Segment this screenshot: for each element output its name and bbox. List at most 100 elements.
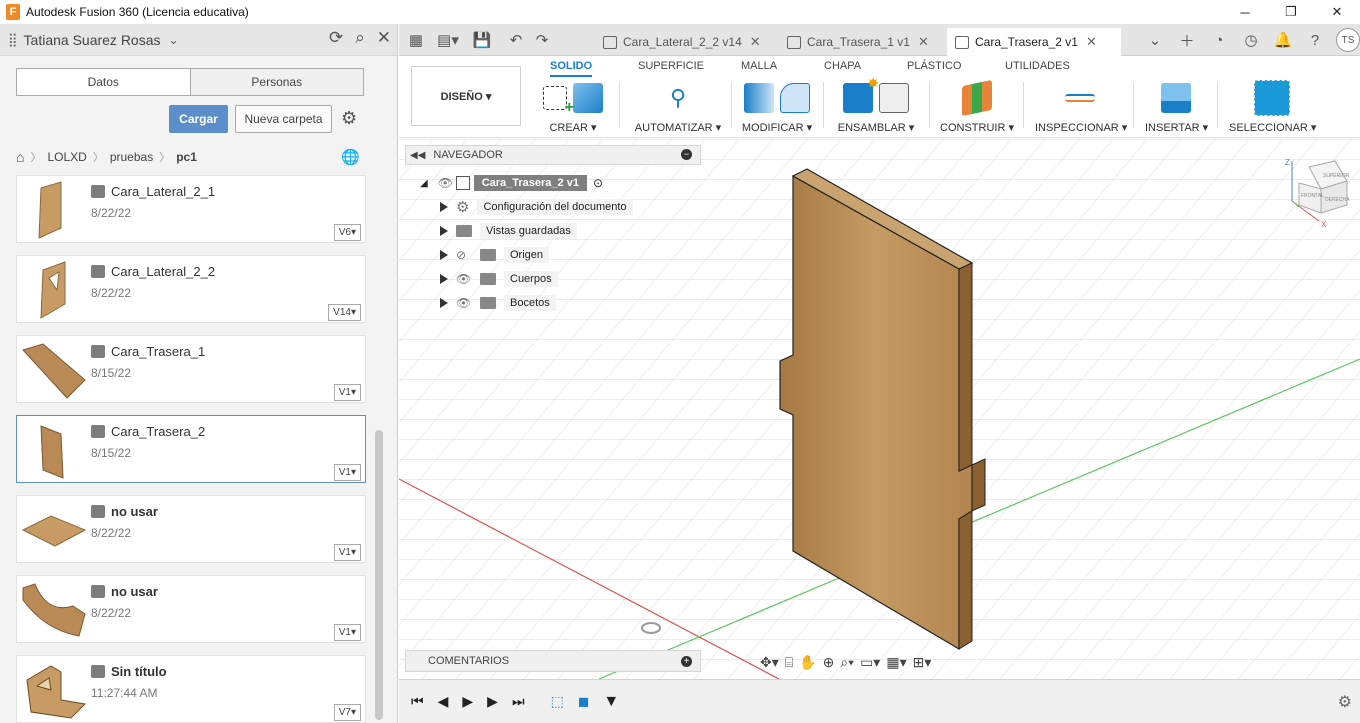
activate-radio-icon[interactable]: ⊙ [593, 176, 603, 190]
measure-icon[interactable] [1065, 94, 1095, 102]
automate-icon[interactable]: ⚲ [663, 83, 693, 113]
select-group[interactable]: SELECCIONAR ▾ [1229, 79, 1316, 135]
list-item[interactable]: no usar 8/22/22 V1 ▾ [16, 575, 366, 643]
tree-item-document-settings[interactable]: ⚙ Configuración del documento [440, 197, 633, 217]
step-back-icon[interactable]: ◀ [438, 693, 449, 710]
modify-group[interactable]: MODIFICAR ▾ [741, 79, 813, 135]
orbit-icon[interactable]: ✥▾ [760, 654, 779, 671]
tab-overflow-icon[interactable]: ⌄ [1140, 27, 1170, 53]
press-pull-icon[interactable] [744, 83, 774, 113]
automate-group[interactable]: ⚲ AUTOMATIZAR ▾ [633, 79, 723, 135]
list-item[interactable]: Sin título 11:27:44 AM V7 ▾ [16, 655, 366, 723]
save-icon[interactable]: 💾 [469, 27, 495, 53]
select-icon[interactable] [1254, 80, 1290, 116]
go-to-start-icon[interactable]: ⏮ [411, 693, 424, 710]
list-item[interactable]: no usar 8/22/22 V1 ▾ [16, 495, 366, 563]
version-badge[interactable]: V1 ▾ [333, 624, 361, 641]
breadcrumb-item[interactable]: LOLXD [47, 150, 86, 164]
close-icon[interactable]: ✕ [918, 34, 929, 50]
breadcrumb-item[interactable]: pc1 [176, 150, 197, 164]
notifications-icon[interactable]: 🔔 [1268, 27, 1298, 53]
gear-icon[interactable]: ⚙ [341, 108, 357, 129]
home-icon[interactable]: ⌂ [16, 149, 24, 165]
workspace-selector[interactable]: DISEÑO ▾ [411, 66, 521, 126]
list-item[interactable]: Cara_Trasera_1 8/15/22 V1 ▾ [16, 335, 366, 403]
version-badge[interactable]: V1 ▾ [333, 464, 361, 481]
close-icon[interactable]: ✕ [750, 34, 761, 50]
collapse-panel-icon[interactable]: ◀◀ [410, 150, 425, 161]
redo-icon[interactable]: ↷ [529, 27, 555, 53]
fillet-icon[interactable] [780, 83, 810, 113]
refresh-icon[interactable]: ⟳ [329, 28, 343, 48]
doc-tab[interactable]: Cara_Lateral_2_2 v14 ✕ [595, 28, 767, 56]
sketch-icon[interactable]: + [543, 86, 574, 116]
tab-surface[interactable]: SUPERFICIE [638, 60, 704, 72]
gear-icon[interactable]: ⚙ [1338, 692, 1352, 712]
tab-plastic[interactable]: PLÁSTICO [907, 60, 961, 72]
browser-navigator[interactable]: ◀◀ NAVEGADOR − [405, 145, 701, 165]
new-folder-button[interactable]: Nueva carpeta [235, 105, 332, 133]
tab-solid[interactable]: SOLIDO [550, 60, 593, 77]
display-settings-icon[interactable]: ▭▾ [860, 654, 880, 671]
viewports-icon[interactable]: ⊞▾ [913, 654, 932, 671]
breadcrumb-item[interactable]: pruebas [110, 150, 153, 164]
file-list-scrollbar[interactable] [375, 430, 383, 720]
timeline-marker-icon[interactable]: ▼ [603, 693, 619, 711]
tree-item-saved-views[interactable]: Vistas guardadas [440, 221, 577, 241]
search-icon[interactable]: ⌕ [355, 28, 365, 48]
fit-icon[interactable]: ⌕▾ [840, 654, 854, 671]
tree-item-origin[interactable]: ⊘ Origen [440, 245, 550, 265]
timeline-sketch-icon[interactable]: ⬚ [551, 693, 564, 710]
job-status-icon[interactable]: ◷ [1236, 27, 1266, 53]
globe-icon[interactable]: 🌐 [341, 148, 360, 166]
collapse-triangle-icon[interactable]: ◢ [420, 178, 428, 189]
chevron-down-icon[interactable]: ⌄ [169, 33, 179, 47]
tab-data[interactable]: Datos [17, 69, 190, 95]
insert-image-icon[interactable] [1161, 83, 1191, 113]
add-comment-icon[interactable]: + [681, 656, 692, 667]
extensions-icon[interactable]: ◔ [1204, 27, 1234, 53]
tab-people[interactable]: Personas [189, 69, 363, 95]
expand-triangle-icon[interactable] [440, 226, 448, 236]
step-forward-icon[interactable]: ▶ [487, 693, 498, 710]
zoom-icon[interactable]: ⊕ [823, 654, 835, 671]
avatar[interactable]: TS [1336, 28, 1360, 52]
go-to-end-icon[interactable]: ⏭ [512, 693, 525, 710]
eye-icon[interactable]: 👁 [456, 272, 474, 286]
close-window-button[interactable]: ✕ [1314, 0, 1360, 24]
minimize-button[interactable]: ─ [1222, 0, 1268, 24]
minus-icon[interactable]: − [681, 149, 692, 160]
tab-utilities[interactable]: UTILIDADES [1005, 60, 1070, 72]
version-badge[interactable]: V14 ▾ [328, 304, 361, 321]
close-icon[interactable]: ✕ [1086, 34, 1097, 50]
extrude-icon[interactable] [573, 83, 603, 113]
eye-icon[interactable]: 👁 [438, 176, 456, 190]
play-icon[interactable]: ▶ [462, 693, 473, 710]
version-badge[interactable]: V1 ▾ [333, 384, 361, 401]
insert-group[interactable]: INSERTAR ▾ [1145, 79, 1208, 135]
version-badge[interactable]: V7 ▾ [333, 704, 361, 721]
team-selector[interactable]: Tatiana Suarez Rosas [24, 32, 161, 48]
doc-tab-active[interactable]: Cara_Trasera_2 v1 ✕ [947, 28, 1121, 56]
upload-button[interactable]: Cargar [169, 105, 228, 133]
tab-mesh[interactable]: MALLA [741, 60, 777, 72]
maximize-button[interactable]: ❐ [1268, 0, 1314, 24]
expand-triangle-icon[interactable] [440, 202, 448, 212]
tree-item-sketches[interactable]: 👁 Bocetos [440, 293, 556, 313]
timeline-extrude-icon[interactable]: ◼ [578, 693, 590, 710]
new-component-icon[interactable]: ✸ [843, 75, 879, 113]
3d-viewport[interactable]: SUPERIOR FRONTAL DERECHA Z X [399, 139, 1360, 679]
tree-root[interactable]: ◢ 👁 Cara_Trasera_2 v1 ⊙ [420, 173, 603, 193]
offset-plane-icon[interactable] [962, 79, 992, 117]
tab-sheet-metal[interactable]: CHAPA [824, 60, 861, 72]
look-at-icon[interactable]: ⌸ [785, 654, 793, 671]
close-icon[interactable]: ✕ [377, 28, 391, 48]
expand-triangle-icon[interactable] [440, 250, 448, 260]
new-tab-icon[interactable]: ＋ [1172, 27, 1202, 53]
undo-icon[interactable]: ↶ [503, 27, 529, 53]
expand-triangle-icon[interactable] [440, 298, 448, 308]
joint-icon[interactable] [879, 83, 909, 113]
assemble-group[interactable]: ✸ ENSAMBLAR ▾ [835, 75, 917, 135]
app-grid-icon[interactable]: ▦ [403, 27, 429, 53]
list-item[interactable]: Cara_Lateral_2_2 8/22/22 V14 ▾ [16, 255, 366, 323]
